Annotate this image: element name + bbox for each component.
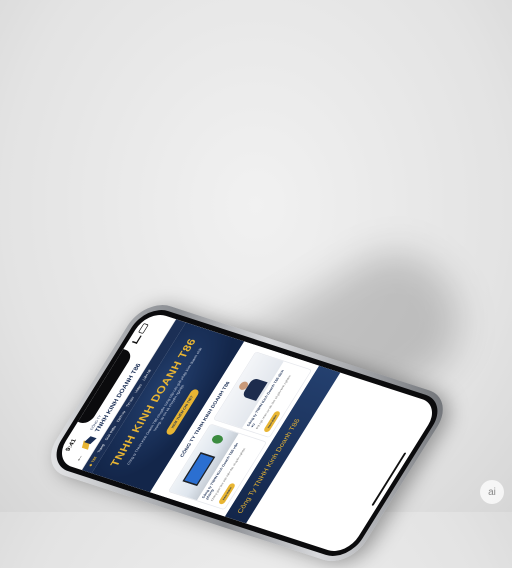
signal-icon	[131, 334, 142, 344]
plant	[210, 433, 225, 445]
home-indicator	[371, 452, 407, 506]
nav-logo-text: T86	[90, 456, 98, 464]
back-arrow-icon[interactable]: ←	[72, 453, 85, 464]
nav-logo-icon: ◆	[88, 463, 94, 467]
ai-badge: ai	[480, 480, 504, 504]
